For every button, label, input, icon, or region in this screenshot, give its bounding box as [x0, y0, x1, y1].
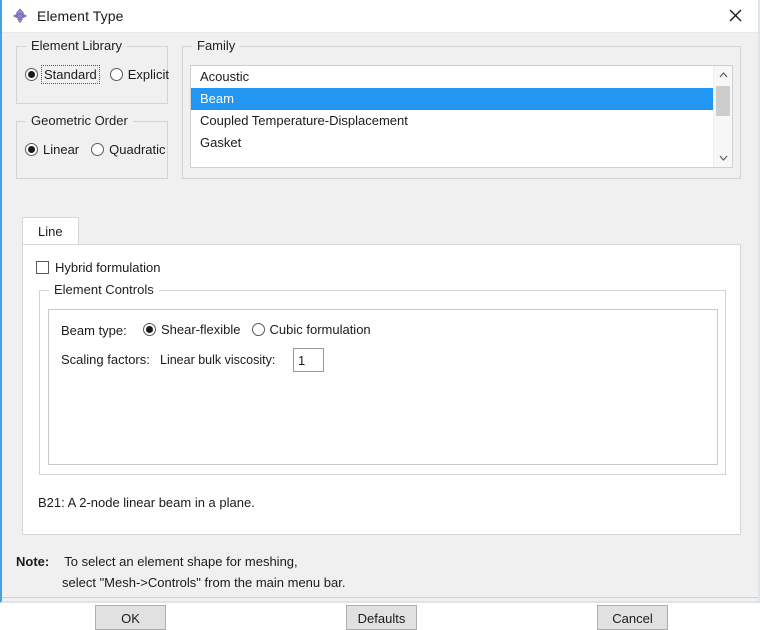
radio-label-standard: Standard	[41, 65, 100, 84]
hybrid-formulation-label: Hybrid formulation	[55, 260, 161, 275]
scrollbar-thumb[interactable]	[716, 86, 730, 116]
radio-beam-type-cubic-formulation[interactable]: Cubic formulation	[251, 322, 371, 337]
element-controls-panel: Beam type: Shear-flexible Cubic formulat…	[48, 309, 718, 465]
linear-bulk-viscosity-input[interactable]	[293, 348, 324, 372]
linear-bulk-viscosity-label: Linear bulk viscosity:	[160, 353, 276, 367]
beam-type-label: Beam type:	[61, 323, 127, 338]
list-item[interactable]: Coupled Temperature-Displacement	[191, 110, 714, 132]
note-line-1: Note: To select an element shape for mes…	[16, 551, 345, 572]
scaling-factors-label: Scaling factors:	[61, 352, 150, 367]
note-text-1: To select an element shape for meshing,	[64, 554, 298, 569]
radio-dot-icon	[91, 143, 105, 156]
hybrid-formulation-checkbox[interactable]: Hybrid formulation	[36, 260, 161, 275]
beam-type-radios: Shear-flexible Cubic formulation	[143, 322, 371, 337]
element-type-dialog: Element Type Element Library Standard Ex…	[0, 0, 760, 630]
radio-element-library-standard[interactable]: Standard	[25, 65, 100, 84]
tab-strip: Line	[22, 217, 79, 245]
radio-label-shear-flexible: Shear-flexible	[161, 322, 241, 337]
footer-divider	[2, 597, 758, 598]
tab-line[interactable]: Line	[22, 217, 79, 245]
geometric-order-group: Geometric Order Linear Quadratic	[16, 113, 168, 179]
line-tab-panel: Hybrid formulation Element Controls Beam…	[22, 244, 741, 535]
abaqus-element-icon	[12, 8, 28, 24]
title-bar: Element Type	[2, 0, 758, 33]
radio-geometric-order-linear[interactable]: Linear	[25, 142, 79, 157]
element-controls-group-title: Element Controls	[49, 282, 159, 297]
radio-label-linear: Linear	[43, 142, 80, 157]
radio-dot-icon	[143, 323, 156, 336]
radio-dot-icon	[251, 323, 265, 336]
radio-geometric-order-quadratic[interactable]: Quadratic	[91, 142, 166, 157]
family-scrollbar[interactable]	[713, 66, 732, 167]
ok-button[interactable]: OK	[95, 605, 166, 630]
cancel-button[interactable]: Cancel	[597, 605, 668, 630]
radio-label-quadratic: Quadratic	[109, 142, 166, 157]
element-library-group-title: Element Library	[26, 38, 128, 53]
note-text-2: select "Mesh->Controls" from the main me…	[62, 575, 346, 590]
family-listbox[interactable]: Acoustic Beam Coupled Temperature-Displa…	[190, 65, 733, 168]
radio-element-library-explicit[interactable]: Explicit	[109, 67, 169, 82]
radio-label-explicit: Explicit	[127, 67, 169, 82]
family-list-items: Acoustic Beam Coupled Temperature-Displa…	[191, 66, 714, 167]
window-title: Element Type	[37, 8, 124, 24]
element-library-group: Element Library Standard Explicit	[16, 38, 169, 104]
list-item[interactable]: Acoustic	[191, 66, 714, 88]
chevron-up-icon	[719, 72, 727, 78]
radio-dot-icon	[25, 68, 38, 81]
radio-dot-icon	[25, 143, 38, 156]
checkbox-box-icon	[36, 261, 49, 274]
geometric-order-group-title: Geometric Order	[26, 113, 133, 128]
dialog-body: Element Library Standard Explicit Geomet…	[2, 33, 758, 630]
defaults-button[interactable]: Defaults	[346, 605, 417, 630]
close-button[interactable]	[712, 0, 758, 31]
radio-beam-type-shear-flexible[interactable]: Shear-flexible	[143, 322, 241, 337]
scroll-up-button[interactable]	[714, 66, 732, 84]
note-block: Note: To select an element shape for mes…	[16, 551, 345, 593]
radio-label-cubic-formulation: Cubic formulation	[269, 322, 371, 337]
family-group-title: Family	[192, 38, 241, 53]
geometric-order-radios: Linear Quadratic	[25, 142, 166, 157]
note-label: Note:	[16, 554, 50, 569]
chevron-down-icon	[719, 155, 727, 161]
list-item[interactable]: Beam	[191, 88, 714, 110]
scroll-down-button[interactable]	[714, 149, 732, 167]
element-library-radios: Standard Explicit	[25, 65, 169, 84]
close-icon	[729, 9, 741, 22]
list-item[interactable]: Gasket	[191, 132, 714, 154]
element-description: B21: A 2-node linear beam in a plane.	[38, 495, 255, 510]
radio-dot-icon	[109, 68, 123, 81]
note-line-2: select "Mesh->Controls" from the main me…	[16, 572, 345, 593]
